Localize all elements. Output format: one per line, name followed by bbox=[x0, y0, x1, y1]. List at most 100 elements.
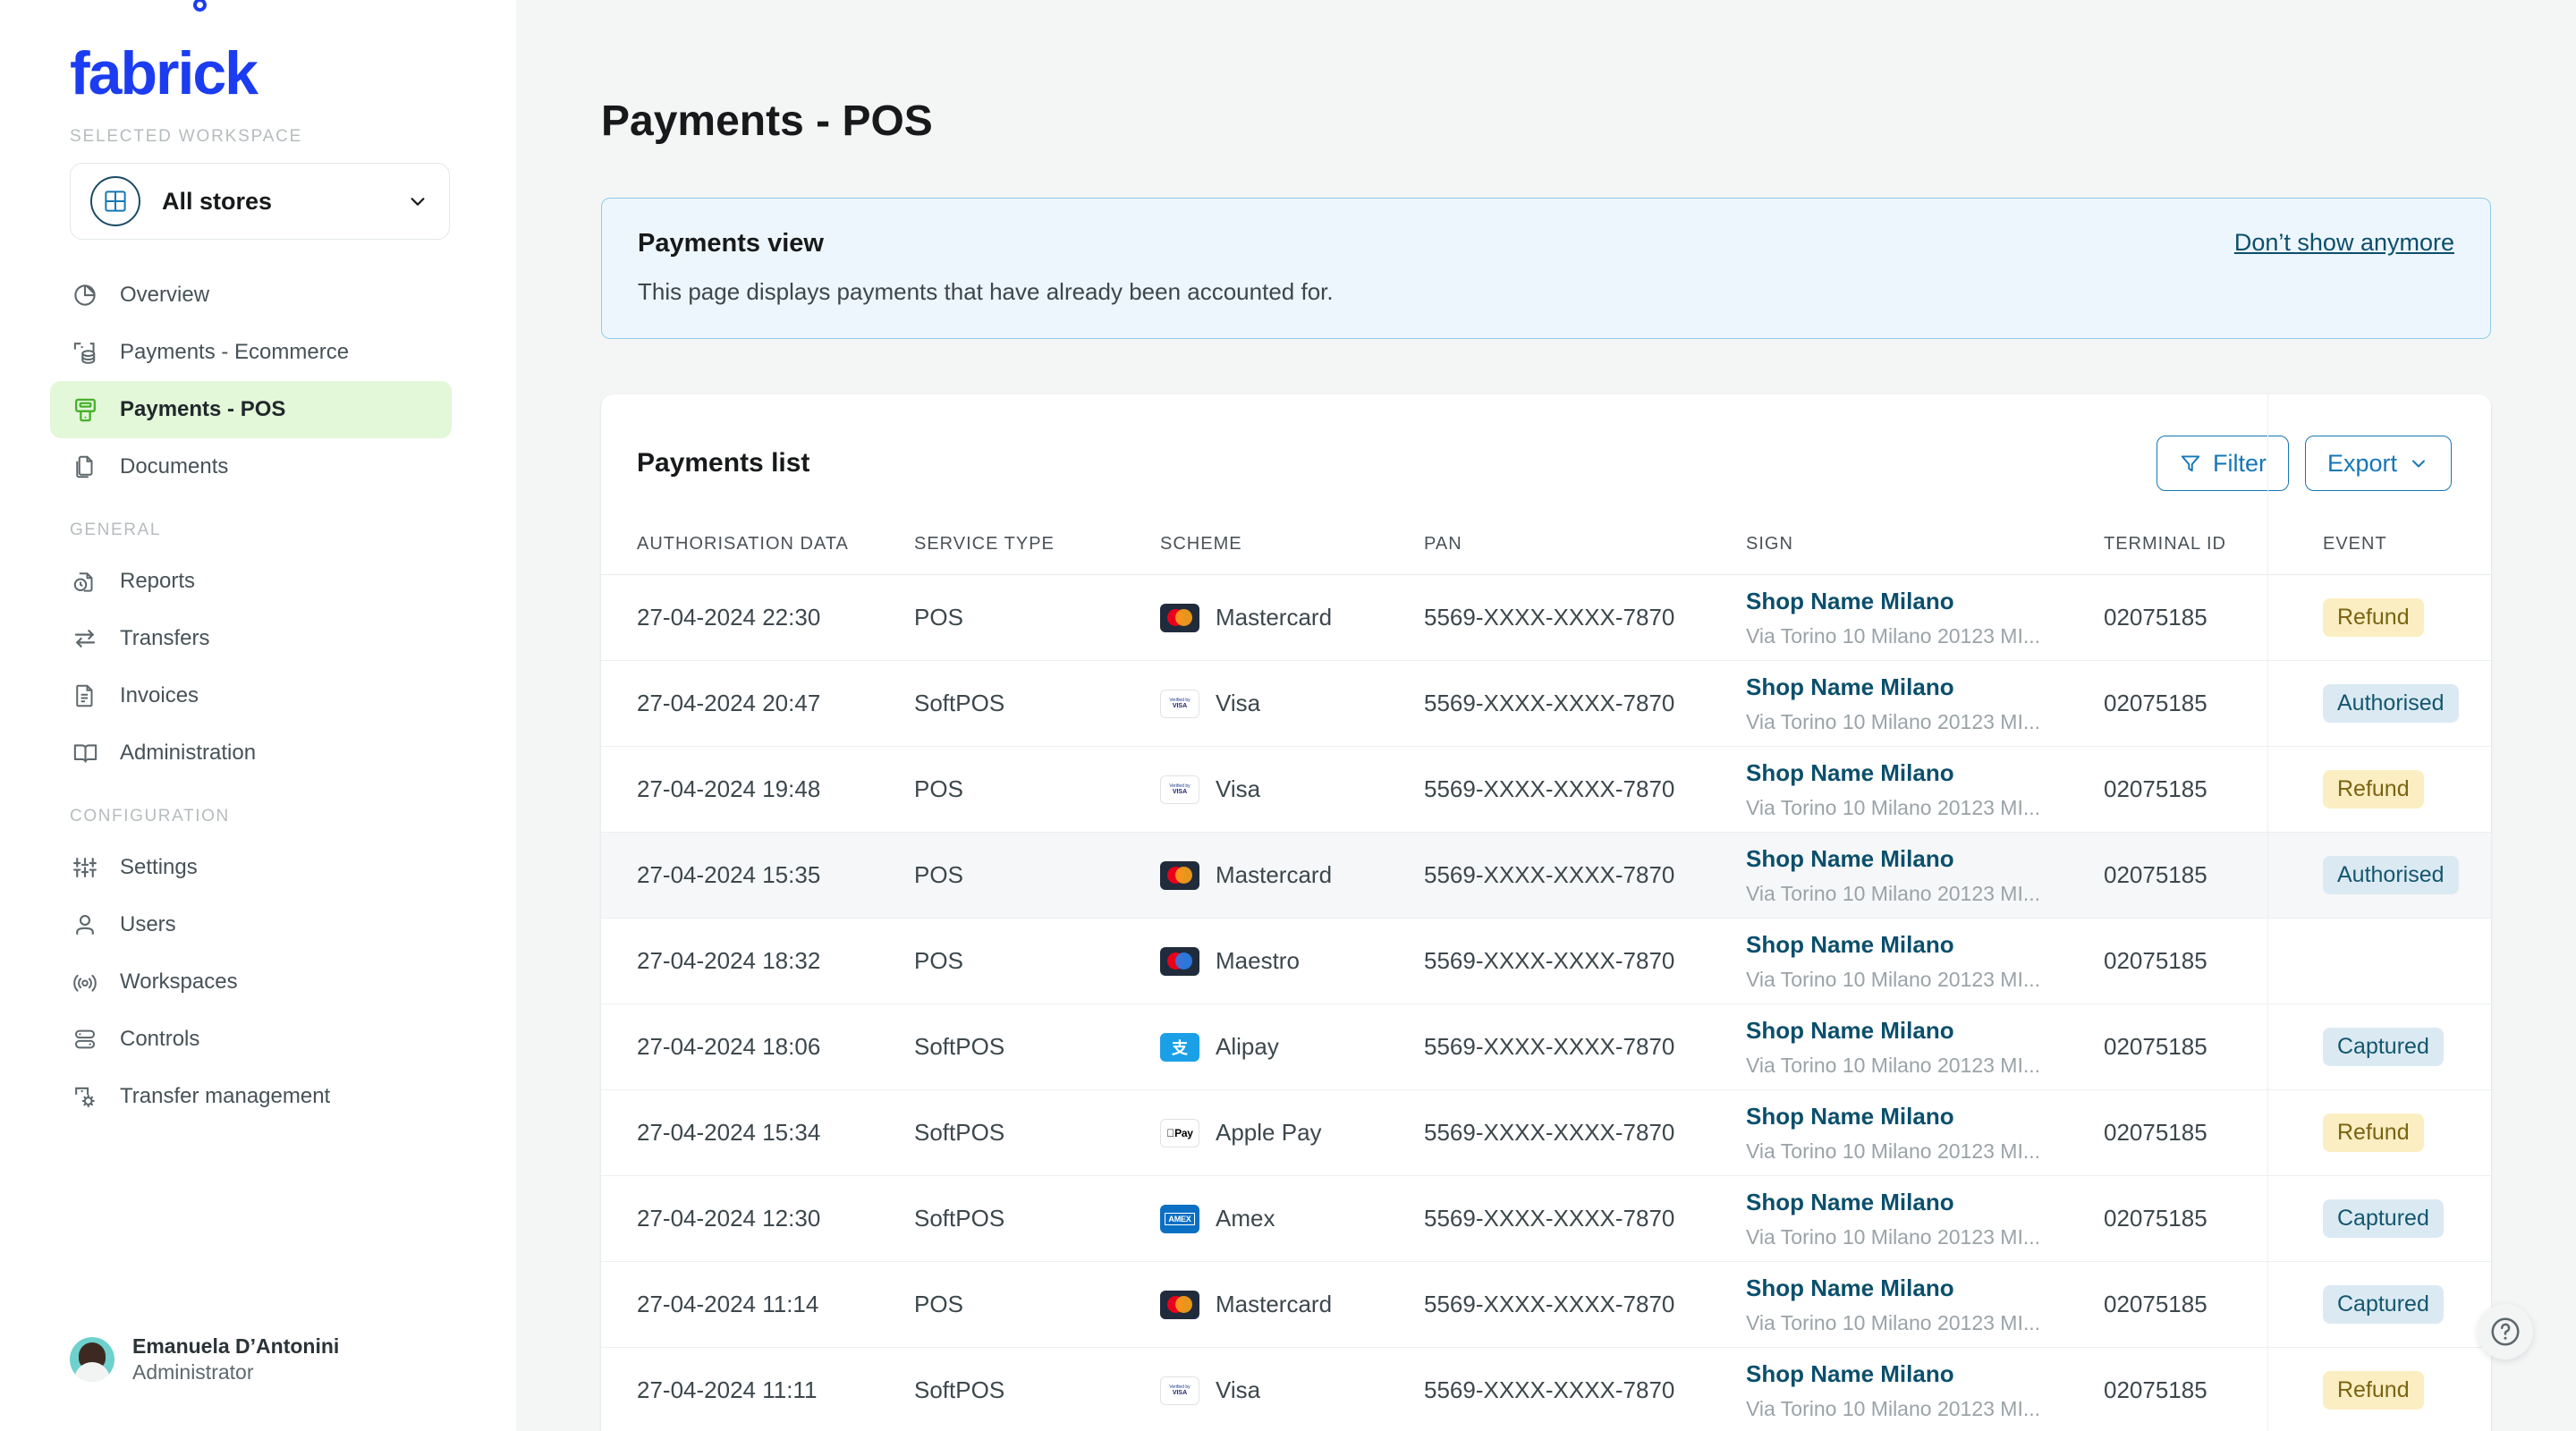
scheme-label: Visa bbox=[1216, 1376, 1261, 1403]
help-button[interactable] bbox=[2478, 1304, 2533, 1359]
sidebar-item-settings[interactable]: Settings bbox=[50, 839, 452, 896]
cell-pan: 5569-XXXX-XXXX-7870 bbox=[1424, 746, 1746, 833]
scheme-label: Visa bbox=[1216, 775, 1261, 802]
cell-pan: 5569-XXXX-XXXX-7870 bbox=[1424, 574, 1746, 661]
transfer-management-gear-icon bbox=[70, 1081, 100, 1112]
table-row[interactable]: 27-04-2024 19:48 POS Verified by VISA Visa 55… bbox=[601, 746, 2491, 833]
filter-label: Filter bbox=[2212, 449, 2267, 477]
sidebar-item-reports[interactable]: Reports bbox=[50, 553, 452, 610]
cell-service-type: POS bbox=[914, 574, 1160, 661]
col-sign: SIGN bbox=[1746, 495, 2104, 575]
shop-name-link[interactable]: Shop Name Milano bbox=[1746, 1189, 1954, 1215]
shop-name-link[interactable]: Shop Name Milano bbox=[1746, 588, 1954, 614]
cell-event: Captured bbox=[2323, 1175, 2491, 1262]
visa-icon: Verified by VISA bbox=[1160, 775, 1199, 804]
table-row[interactable]: 27-04-2024 22:30 POS Mastercard 5569-XXXX-X… bbox=[601, 574, 2491, 661]
visa-icon: Verified by VISA bbox=[1160, 689, 1199, 718]
cell-pan: 5569-XXXX-XXXX-7870 bbox=[1424, 832, 1746, 919]
table-row[interactable]: 27-04-2024 11:14 POS Mastercard 5569-XXXX-X… bbox=[601, 1261, 2491, 1348]
shop-name-link[interactable]: Shop Name Milano bbox=[1746, 931, 1954, 958]
shop-address: Via Torino 10 Milano 20123 MI... bbox=[1746, 1396, 2041, 1420]
cell-event bbox=[2323, 918, 2491, 1004]
sidebar-item-documents[interactable]: Documents bbox=[50, 438, 452, 495]
table-row[interactable]: 27-04-2024 15:34SoftPOSPay Apple Pay 5569… bbox=[601, 1089, 2491, 1176]
table-row[interactable]: 27-04-2024 18:32 POS Maestro 5569-XXXX-XXXX… bbox=[601, 918, 2491, 1004]
sidebar-item-users[interactable]: Users bbox=[50, 896, 452, 953]
sidebar-item-label: Transfer management bbox=[120, 1084, 331, 1108]
cell-event: Refund bbox=[2323, 1347, 2491, 1431]
shop-name-link[interactable]: Shop Name Milano bbox=[1746, 1103, 1954, 1130]
shop-address: Via Torino 10 Milano 20123 MI... bbox=[1746, 623, 2041, 648]
cell-service-type: SoftPOS bbox=[914, 1175, 1160, 1262]
brand-dot-icon bbox=[193, 0, 207, 12]
sidebar-item-administration[interactable]: Administration bbox=[50, 724, 452, 782]
cell-event: Authorised bbox=[2323, 660, 2491, 747]
payments-table: AUTHORISATION DATA SERVICE TYPE SCHEME P… bbox=[601, 495, 2491, 1431]
documents-icon bbox=[70, 452, 100, 482]
cell-event: Refund bbox=[2323, 1089, 2491, 1176]
cell-scheme: Verified by VISA Visa bbox=[1160, 660, 1424, 747]
status-badge: Authorised bbox=[2323, 856, 2459, 894]
fabrick-logo[interactable]: fabrick bbox=[0, 0, 258, 104]
cell-service-type: POS bbox=[914, 918, 1160, 1004]
cell-scheme: Verified by VISA Visa bbox=[1160, 1347, 1424, 1431]
table-head: AUTHORISATION DATA SERVICE TYPE SCHEME P… bbox=[601, 495, 2491, 575]
banner-body: This page displays payments that have al… bbox=[638, 278, 1334, 305]
sidebar-item-label: Workspaces bbox=[120, 970, 238, 994]
cell-service-type: SoftPOS bbox=[914, 660, 1160, 747]
invoice-icon bbox=[70, 681, 100, 711]
dont-show-anymore-link[interactable]: Don’t show anymore bbox=[2234, 229, 2454, 257]
table-row[interactable]: 27-04-2024 15:35 POS Mastercard 5569-XXXX-X… bbox=[601, 832, 2491, 919]
cell-terminal-id: 02075185 bbox=[2104, 1175, 2323, 1262]
sidebar-section-general: GENERAL bbox=[70, 521, 162, 539]
mastercard-icon bbox=[1160, 860, 1199, 890]
cell-scheme: Mastercard bbox=[1160, 832, 1424, 919]
sidebar-item-label: Documents bbox=[120, 454, 229, 478]
sidebar-item-invoices[interactable]: Invoices bbox=[50, 667, 452, 724]
cell-sign: Shop Name Milano Via Torino 10 Milano 201… bbox=[1746, 918, 2104, 1004]
sidebar-item-transfers[interactable]: Transfers bbox=[50, 610, 452, 667]
cell-terminal-id: 02075185 bbox=[2104, 660, 2323, 747]
user-profile[interactable]: Emanuela D’Antonini Administrator bbox=[70, 1334, 339, 1384]
shop-name-link[interactable]: Shop Name Milano bbox=[1746, 1360, 1954, 1387]
chevron-down-icon[interactable] bbox=[408, 191, 428, 211]
banner-title: Payments view bbox=[638, 229, 824, 258]
cell-scheme: Verified by VISA Visa bbox=[1160, 746, 1424, 833]
table-row[interactable]: 27-04-2024 18:06 SoftPOS 支 Alipay 5569-XXXX-… bbox=[601, 1003, 2491, 1090]
cell-authorisation-data: 27-04-2024 12:30 bbox=[601, 1175, 914, 1262]
filter-button[interactable]: Filter bbox=[2156, 436, 2289, 491]
sidebar-item-label: Overview bbox=[120, 283, 210, 307]
amex-icon: AMEX bbox=[1160, 1204, 1199, 1233]
table-row[interactable]: 27-04-2024 20:47 SoftPOS Verified by VISA Vi… bbox=[601, 660, 2491, 747]
scheme-label: Visa bbox=[1216, 690, 1261, 716]
sidebar-item-transfer-management[interactable]: Transfer management bbox=[50, 1068, 452, 1125]
export-label: Export bbox=[2326, 449, 2397, 477]
export-button[interactable]: Export bbox=[2304, 436, 2452, 491]
sidebar-item-overview[interactable]: Overview bbox=[50, 267, 452, 324]
cell-sign: Shop Name Milano Via Torino 10 Milano 201… bbox=[1746, 1347, 2104, 1431]
cell-service-type: SoftPOS bbox=[914, 1003, 1160, 1090]
sidebar-item-controls[interactable]: Controls bbox=[50, 1011, 452, 1068]
cell-terminal-id: 02075185 bbox=[2104, 832, 2323, 919]
cell-service-type: SoftPOS bbox=[914, 1089, 1160, 1176]
workspace-value: All stores bbox=[162, 187, 273, 215]
shop-name-link[interactable]: Shop Name Milano bbox=[1746, 1017, 1954, 1044]
sidebar-item-payments-pos[interactable]: Payments - POS bbox=[50, 381, 452, 438]
shop-name-link[interactable]: Shop Name Milano bbox=[1746, 759, 1954, 786]
sidebar-item-payments-ecommerce[interactable]: Payments - Ecommerce bbox=[50, 324, 452, 381]
cell-sign: Shop Name Milano Via Torino 10 Milano 201… bbox=[1746, 660, 2104, 747]
cell-authorisation-data: 27-04-2024 22:30 bbox=[601, 574, 914, 661]
col-terminal-id: TERMINAL ID bbox=[2104, 495, 2323, 575]
table-row[interactable]: 27-04-2024 12:30 SoftPOS AMEX Amex 5569-XXXX… bbox=[601, 1175, 2491, 1262]
scheme-label: Mastercard bbox=[1216, 604, 1333, 631]
mastercard-icon bbox=[1160, 603, 1199, 632]
sidebar-item-workspaces[interactable]: Workspaces bbox=[50, 953, 452, 1011]
sidebar-nav: Overview Payments - Ecommerce Payments -… bbox=[0, 267, 516, 1125]
shop-name-link[interactable]: Shop Name Milano bbox=[1746, 845, 1954, 872]
transfers-arrows-icon bbox=[70, 623, 100, 654]
shop-name-link[interactable]: Shop Name Milano bbox=[1746, 673, 1954, 700]
workspace-selector[interactable]: All stores bbox=[70, 163, 450, 240]
shop-name-link[interactable]: Shop Name Milano bbox=[1746, 1274, 1954, 1301]
cell-event: Captured bbox=[2323, 1261, 2491, 1348]
table-row[interactable]: 27-04-2024 11:11 SoftPOS Verified by VISA Vi… bbox=[601, 1347, 2491, 1431]
